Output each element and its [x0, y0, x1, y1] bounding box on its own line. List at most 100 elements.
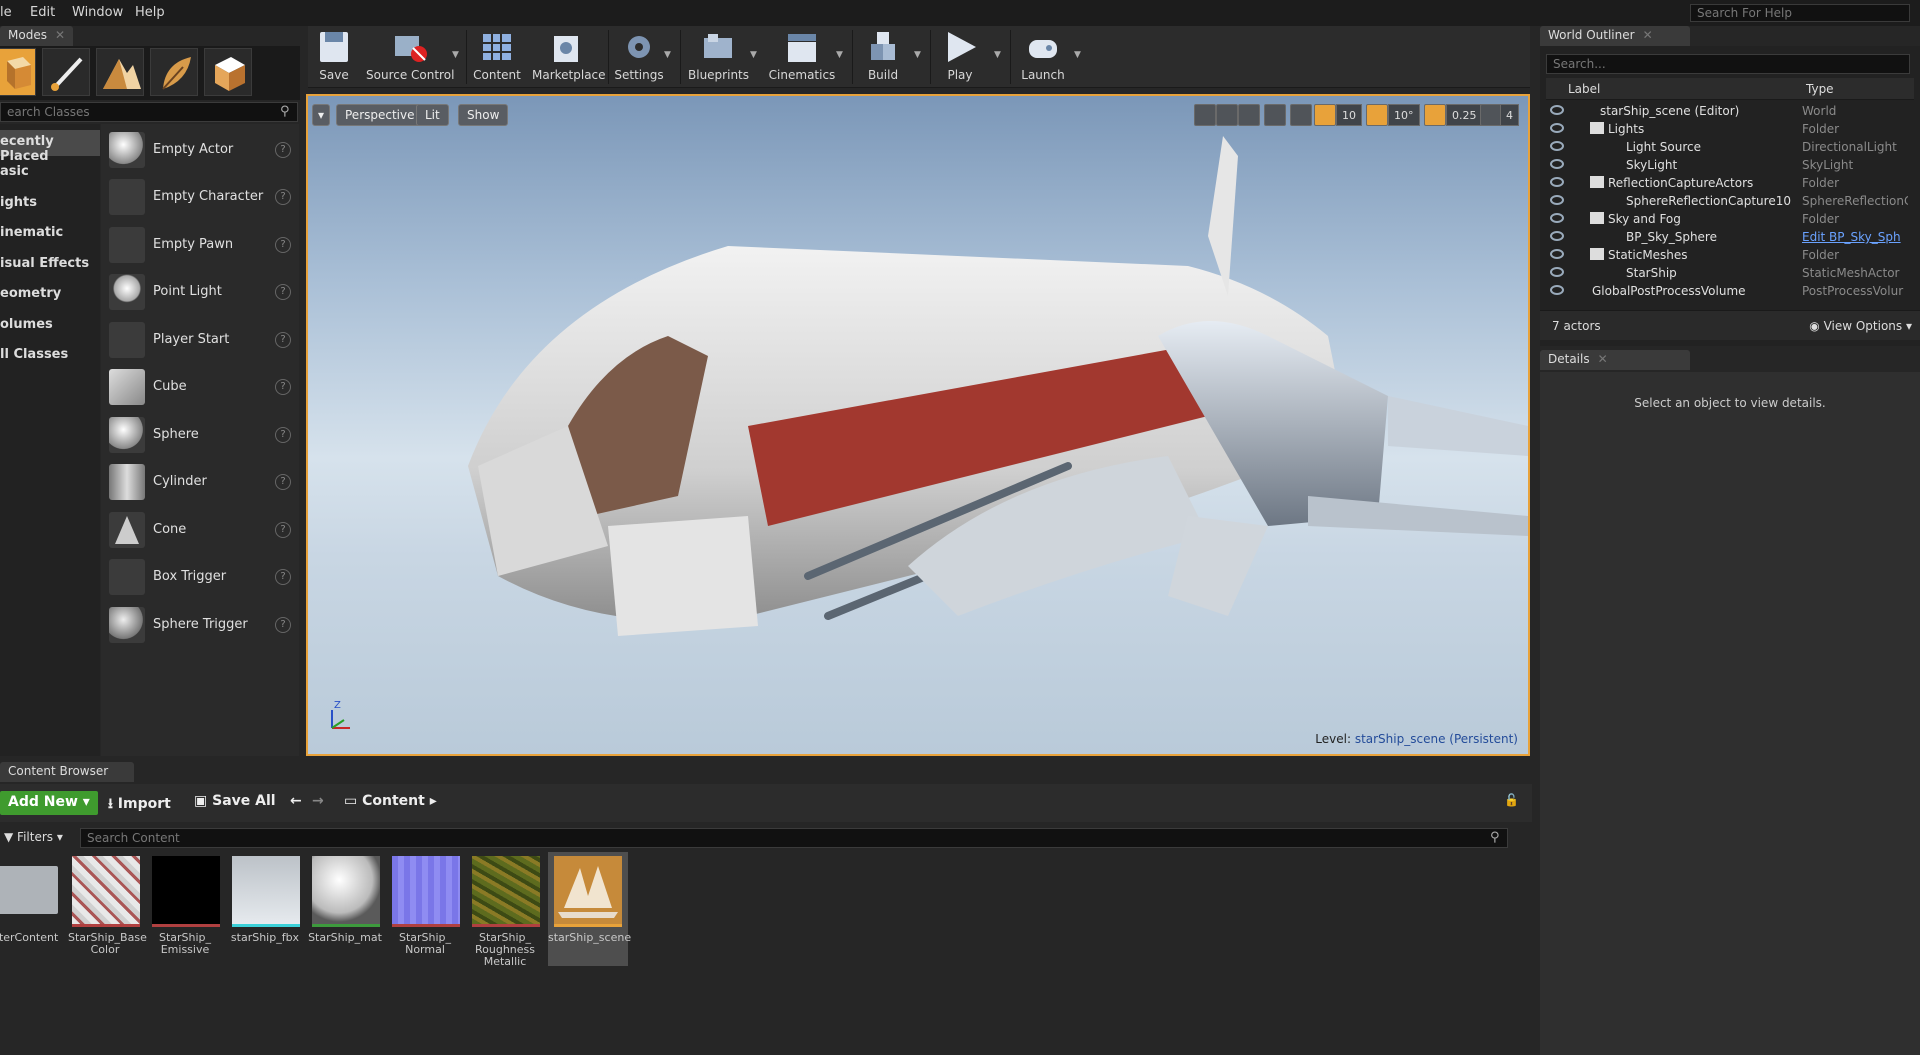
- help-icon[interactable]: ?: [275, 617, 291, 633]
- build-button[interactable]: Build: [860, 26, 906, 88]
- asset-tile-selected[interactable]: starShip_scene: [548, 852, 631, 966]
- launch-button[interactable]: Launch: [1018, 26, 1068, 88]
- lit-button[interactable]: Lit: [416, 104, 449, 126]
- outliner-row[interactable]: BP_Sky_Sphere Edit BP_Sky_Sph: [1546, 228, 1908, 246]
- scale-snap-value[interactable]: 0.25: [1446, 104, 1483, 126]
- camera-speed-value[interactable]: 4: [1500, 104, 1519, 126]
- chevron-down-icon[interactable]: ▼: [1074, 50, 1081, 60]
- outliner-row[interactable]: ReflectionCaptureActors Folder: [1546, 174, 1908, 192]
- paint-mode-button[interactable]: [42, 48, 90, 96]
- tab-content-browser[interactable]: Content Browser: [0, 762, 134, 782]
- marketplace-button[interactable]: Marketplace: [532, 26, 606, 88]
- column-label[interactable]: Label: [1568, 82, 1600, 96]
- help-icon[interactable]: ?: [275, 522, 291, 538]
- help-icon[interactable]: ?: [275, 189, 291, 205]
- search-classes-input[interactable]: earch Classes: [0, 102, 298, 122]
- help-icon[interactable]: ?: [275, 427, 291, 443]
- visibility-eye-icon[interactable]: [1550, 267, 1564, 277]
- visibility-eye-icon[interactable]: [1550, 285, 1564, 295]
- placeable-empty-pawn[interactable]: Empty Pawn?: [101, 223, 299, 269]
- level-viewport[interactable]: ▾ Perspective Lit Show 10 10° 0.25 4 Z L…: [306, 94, 1530, 756]
- placeable-empty-actor[interactable]: Empty Actor?: [101, 128, 299, 174]
- placeable-player-start[interactable]: Player Start?: [101, 318, 299, 364]
- edit-blueprint-link[interactable]: Edit BP_Sky_Sph: [1802, 230, 1908, 244]
- placeable-cone[interactable]: Cone?: [101, 508, 299, 554]
- camera-speed-icon[interactable]: [1480, 104, 1502, 126]
- close-icon[interactable]: ✕: [1643, 28, 1653, 42]
- play-button[interactable]: Play: [938, 26, 982, 88]
- visibility-eye-icon[interactable]: [1550, 141, 1564, 151]
- help-icon[interactable]: ?: [275, 379, 291, 395]
- save-button[interactable]: Save: [314, 26, 354, 88]
- chevron-down-icon[interactable]: ▼: [750, 50, 757, 60]
- menu-file[interactable]: le: [0, 5, 12, 20]
- menu-edit[interactable]: Edit: [30, 5, 55, 20]
- visibility-eye-icon[interactable]: [1550, 159, 1564, 169]
- placeable-cylinder[interactable]: Cylinder?: [101, 460, 299, 506]
- visibility-eye-icon[interactable]: [1550, 231, 1564, 241]
- surface-snap-icon[interactable]: [1290, 104, 1312, 126]
- asset-tile[interactable]: StarShip_ Emissive: [148, 852, 222, 966]
- blueprints-button[interactable]: Blueprints: [688, 26, 749, 88]
- rotation-snap-icon[interactable]: [1366, 104, 1388, 126]
- rotate-icon[interactable]: [1216, 104, 1238, 126]
- show-button[interactable]: Show: [458, 104, 509, 126]
- chevron-down-icon[interactable]: ▼: [836, 50, 843, 60]
- asset-tile[interactable]: StarShip_mat: [308, 852, 382, 966]
- outliner-row[interactable]: starShip_scene (Editor) World: [1546, 102, 1908, 120]
- chevron-down-icon[interactable]: ▼: [664, 50, 671, 60]
- viewport-options-button[interactable]: ▾: [312, 104, 331, 126]
- placeable-box-trigger[interactable]: Box Trigger?: [101, 555, 299, 601]
- filters-button[interactable]: ▼ Filters ▾: [0, 828, 78, 848]
- outliner-row[interactable]: StaticMeshes Folder: [1546, 246, 1908, 264]
- asset-tile[interactable]: StarShip_Base Color: [68, 852, 147, 966]
- landscape-mode-button[interactable]: [96, 48, 144, 96]
- chevron-down-icon[interactable]: ▼: [452, 50, 459, 60]
- outliner-row[interactable]: StarShip StaticMeshActor: [1546, 264, 1908, 282]
- help-search-input[interactable]: Search For Help: [1690, 4, 1910, 22]
- cinematics-button[interactable]: Cinematics: [768, 26, 836, 88]
- import-button[interactable]: ⭳ Import: [108, 793, 171, 815]
- help-icon[interactable]: ?: [275, 284, 291, 300]
- close-icon[interactable]: ✕: [1598, 352, 1608, 366]
- visibility-eye-icon[interactable]: [1550, 249, 1564, 259]
- add-new-button[interactable]: Add New ▾: [0, 791, 98, 815]
- help-icon[interactable]: ?: [275, 142, 291, 158]
- column-type[interactable]: Type: [1806, 82, 1834, 96]
- grid-snap-icon[interactable]: [1314, 104, 1336, 126]
- geometry-mode-button[interactable]: [204, 48, 252, 96]
- menu-help[interactable]: Help: [135, 5, 165, 20]
- chevron-down-icon[interactable]: ▼: [994, 50, 1001, 60]
- menu-window[interactable]: Window: [72, 5, 123, 20]
- visibility-eye-icon[interactable]: [1550, 177, 1564, 187]
- foliage-mode-button[interactable]: [150, 48, 198, 96]
- category-all-classes[interactable]: ll Classes: [0, 343, 100, 369]
- category-basic[interactable]: asic: [0, 160, 100, 186]
- outliner-row[interactable]: SphereReflectionCapture10 SphereReflectio…: [1546, 192, 1908, 210]
- outliner-row[interactable]: SkyLight SkyLight: [1546, 156, 1908, 174]
- placeable-point-light[interactable]: Point Light?: [101, 270, 299, 316]
- settings-button[interactable]: Settings: [614, 26, 664, 88]
- source-control-button[interactable]: Source Control: [366, 26, 454, 88]
- help-icon[interactable]: ?: [275, 474, 291, 490]
- outliner-row[interactable]: Sky and Fog Folder: [1546, 210, 1908, 228]
- grid-snap-value[interactable]: 10: [1336, 104, 1362, 126]
- help-icon[interactable]: ?: [275, 332, 291, 348]
- help-icon[interactable]: ?: [275, 569, 291, 585]
- breadcrumb[interactable]: ▭ Content ▸: [344, 793, 437, 815]
- tab-details[interactable]: Details ✕: [1540, 350, 1690, 370]
- category-cinematic[interactable]: inematic: [0, 221, 100, 247]
- asset-tile[interactable]: starShip_fbx: [228, 852, 302, 966]
- scale-icon[interactable]: [1238, 104, 1260, 126]
- category-geometry[interactable]: eometry: [0, 282, 100, 308]
- category-volumes[interactable]: olumes: [0, 313, 100, 339]
- placeable-empty-character[interactable]: Empty Character?: [101, 175, 299, 221]
- world-icon[interactable]: [1264, 104, 1286, 126]
- category-recently-placed[interactable]: ecently Placed: [0, 130, 100, 164]
- outliner-row[interactable]: Lights Folder: [1546, 120, 1908, 138]
- category-visual-effects[interactable]: isual Effects: [0, 252, 100, 278]
- asset-tile-starter-content[interactable]: arterContent: [0, 852, 60, 966]
- placeable-cube[interactable]: Cube?: [101, 365, 299, 411]
- asset-tile[interactable]: StarShip_ Normal: [388, 852, 462, 966]
- back-button[interactable]: ←: [290, 793, 302, 815]
